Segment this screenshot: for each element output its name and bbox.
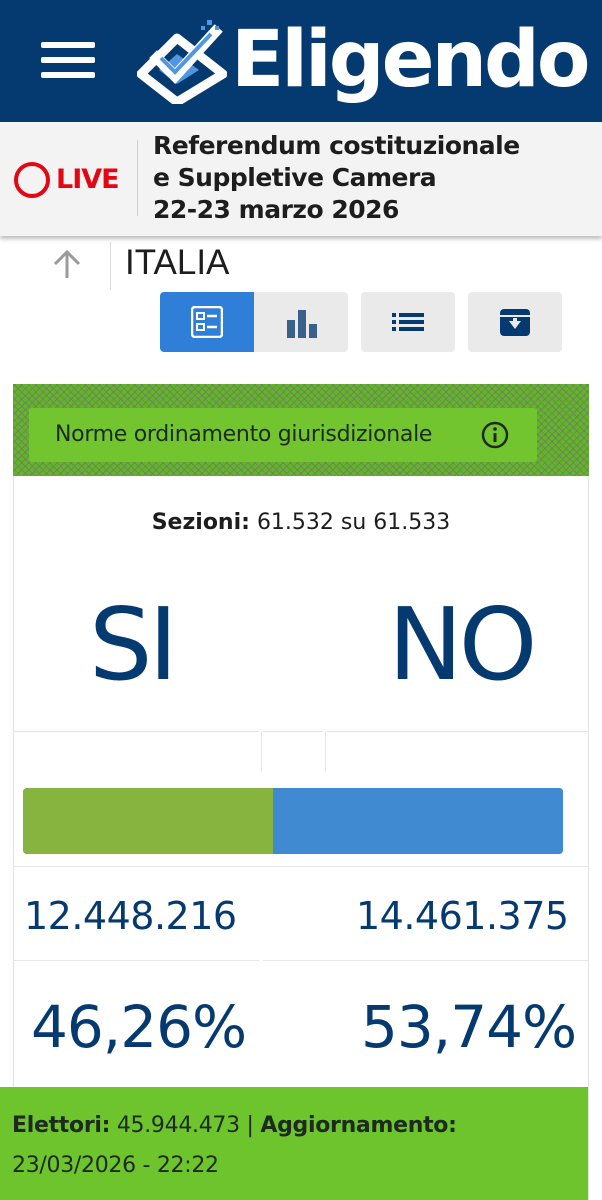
list-icon — [392, 313, 424, 331]
sections-label: Sezioni: — [151, 510, 250, 535]
brand-name: Eligendo — [231, 15, 590, 105]
electors-line: Elettori: 45.944.473 | Aggiornamento: — [12, 1111, 457, 1141]
column-divider — [261, 731, 262, 771]
top-app-bar: Eligendo — [0, 0, 602, 122]
live-banner[interactable]: LIVE Referendum costituzionale e Supplet… — [0, 122, 602, 236]
hamburger-menu-icon[interactable] — [41, 40, 95, 80]
location-label: ITALIA — [125, 243, 230, 282]
live-badge: LIVE — [14, 160, 126, 200]
election-title-line: Referendum costituzionale — [153, 131, 520, 160]
result-bar — [23, 788, 563, 854]
update-label: Aggiornamento: — [260, 1113, 457, 1138]
card-border — [588, 384, 589, 1200]
si-label: SI — [89, 586, 178, 703]
ballot-check-logo-icon — [137, 20, 227, 104]
list-view-button[interactable] — [361, 292, 455, 352]
no-label: NO — [388, 586, 538, 703]
election-title-line: e Suppletive Camera — [153, 163, 437, 192]
card-border — [13, 384, 14, 1200]
referendum-question[interactable]: Norme ordinamento giurisdizionale — [29, 408, 537, 462]
separator: | — [246, 1113, 254, 1138]
row-divider — [263, 731, 323, 732]
si-share-bar — [23, 788, 273, 854]
menu-line — [41, 57, 95, 63]
info-icon[interactable] — [481, 421, 509, 449]
eligendo-logo[interactable]: Eligendo — [137, 14, 590, 114]
row-divider — [13, 731, 259, 732]
divider — [110, 242, 111, 290]
electors-value: 45.944.473 — [116, 1113, 240, 1138]
election-title: Referendum costituzionale e Suppletive C… — [153, 130, 593, 226]
row-divider — [263, 960, 588, 961]
referendum-question-label: Norme ordinamento giurisdizionale — [55, 422, 433, 447]
results-card-view-button[interactable] — [160, 292, 254, 352]
results-footer: Elettori: 45.944.473 | Aggiornamento: 23… — [0, 1087, 588, 1200]
no-share-bar — [272, 788, 563, 854]
column-divider — [325, 731, 326, 771]
sections-value: 61.532 su 61.533 — [256, 510, 451, 535]
si-votes: 12.448.216 — [24, 894, 237, 938]
referendum-question-header: Norme ordinamento giurisdizionale — [13, 384, 589, 476]
row-divider — [13, 866, 588, 867]
list-card-icon — [191, 306, 223, 338]
archive-view-button[interactable] — [468, 292, 562, 352]
row-divider — [327, 731, 588, 732]
menu-line — [41, 72, 95, 78]
electors-label: Elettori: — [12, 1113, 111, 1138]
si-percent: 46,26% — [31, 993, 247, 1061]
no-votes: 14.461.375 — [356, 894, 569, 938]
archive-download-icon — [500, 309, 530, 336]
row-divider — [13, 960, 259, 961]
no-percent: 53,74% — [361, 993, 577, 1061]
menu-line — [41, 42, 95, 48]
update-value: 23/03/2026 - 22:22 — [12, 1153, 219, 1178]
chart-view-button[interactable] — [254, 292, 348, 352]
live-indicator-icon — [14, 162, 50, 198]
election-title-line: 22-23 marzo 2026 — [153, 195, 399, 224]
arrow-up-icon[interactable] — [52, 248, 82, 280]
live-label: LIVE — [56, 164, 120, 195]
sections-count: Sezioni: 61.532 su 61.533 — [13, 508, 589, 538]
divider — [137, 140, 138, 216]
bar-chart-icon — [287, 310, 317, 338]
